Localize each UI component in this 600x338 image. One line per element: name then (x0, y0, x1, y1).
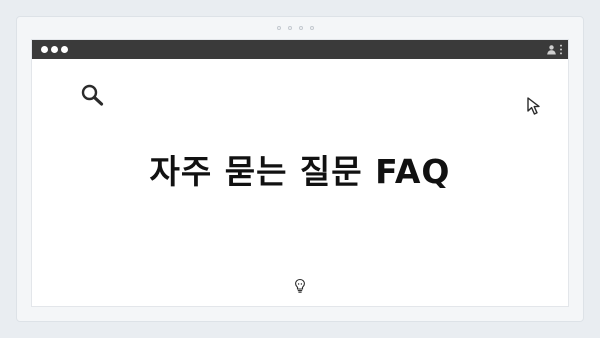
dot-icon (277, 26, 281, 30)
window-controls (41, 46, 68, 53)
dot-icon[interactable] (61, 46, 68, 53)
dot-icon[interactable] (51, 46, 58, 53)
cursor-arrow-icon (527, 97, 540, 115)
dot-icon (299, 26, 303, 30)
dot-icon (310, 26, 314, 30)
browser-window: 자주 묻는 질문 FAQ (32, 40, 568, 306)
dot-icon[interactable] (41, 46, 48, 53)
lightbulb-icon (295, 278, 305, 293)
user-icon[interactable] (546, 44, 557, 55)
page-title: 자주 묻는 질문 FAQ (149, 152, 451, 191)
kebab-menu-icon[interactable] (559, 44, 563, 55)
outer-dots (277, 26, 314, 30)
search-icon (81, 84, 104, 106)
window-titlebar (32, 40, 568, 59)
dot-icon (288, 26, 292, 30)
